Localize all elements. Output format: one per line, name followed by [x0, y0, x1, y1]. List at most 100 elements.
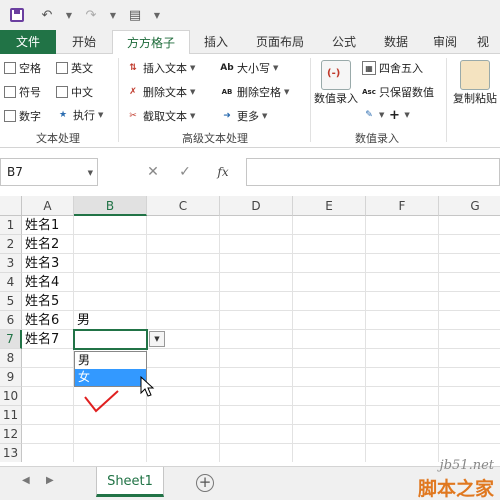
checkbox-chinese[interactable]: 中文 — [56, 84, 93, 100]
cell-d10[interactable] — [220, 387, 293, 406]
cell-b6[interactable]: 男 — [74, 311, 147, 330]
cell-a2[interactable]: 姓名2 — [22, 235, 74, 254]
cell-d13[interactable] — [220, 444, 293, 462]
cell-e6[interactable] — [293, 311, 366, 330]
cell-f13[interactable] — [366, 444, 439, 462]
cell-a1[interactable]: 姓名1 — [22, 216, 74, 235]
cell-d7[interactable] — [220, 330, 293, 349]
cell-a6[interactable]: 姓名6 — [22, 311, 74, 330]
cell-e1[interactable] — [293, 216, 366, 235]
next-sheet-button[interactable]: ▶ — [46, 475, 54, 486]
dropdown-option[interactable]: 男 — [75, 352, 146, 369]
checkbox-symbol[interactable]: 符号 — [4, 84, 41, 100]
row-header-1[interactable]: 1 — [0, 216, 22, 235]
cell-f5[interactable] — [366, 292, 439, 311]
cell-g5[interactable] — [439, 292, 500, 311]
cell-g3[interactable] — [439, 254, 500, 273]
tab-review[interactable]: 审阅 — [422, 30, 468, 54]
tab-home[interactable]: 开始 — [56, 30, 112, 54]
prev-sheet-button[interactable]: ◀ — [22, 475, 30, 486]
cell-a10[interactable] — [22, 387, 74, 406]
row-header-3[interactable]: 3 — [0, 254, 22, 273]
cell-g1[interactable] — [439, 216, 500, 235]
cell-a4[interactable]: 姓名4 — [22, 273, 74, 292]
cell-f4[interactable] — [366, 273, 439, 292]
cell-f2[interactable] — [366, 235, 439, 254]
validation-dropdown-button[interactable]: ▼ — [149, 331, 165, 347]
cell-f7[interactable] — [366, 330, 439, 349]
checkbox-space[interactable]: 空格 — [4, 60, 41, 76]
entry-tools-button[interactable]: ✎ ▼ + ▼ — [362, 108, 410, 123]
cell-d4[interactable] — [220, 273, 293, 292]
active-cell-b7[interactable] — [73, 329, 148, 350]
cell-d2[interactable] — [220, 235, 293, 254]
confirm-button[interactable]: ✓ — [172, 158, 198, 186]
cell-c10[interactable] — [147, 387, 220, 406]
round-button[interactable]: ▦ 四舍五入 — [362, 60, 423, 76]
tab-page-layout[interactable]: 页面布局 — [242, 30, 318, 54]
dropdown-option[interactable]: 女 — [75, 369, 146, 386]
checkbox-number[interactable]: 数字 — [4, 108, 41, 124]
cell-e4[interactable] — [293, 273, 366, 292]
cell-c11[interactable] — [147, 406, 220, 425]
column-header-f[interactable]: F — [366, 196, 439, 216]
cell-e9[interactable] — [293, 368, 366, 387]
cell-c8[interactable] — [147, 349, 220, 368]
row-header-9[interactable]: 9 — [0, 368, 22, 387]
keep-value-button[interactable]: Asc 只保留数值 — [362, 84, 434, 100]
cell-c6[interactable] — [147, 311, 220, 330]
cancel-button[interactable]: ✕ — [140, 158, 166, 186]
cell-e2[interactable] — [293, 235, 366, 254]
numeric-entry-button[interactable]: (-) 数值录入 — [312, 60, 360, 106]
delete-text-button[interactable]: ✗ 删除文本 ▼ — [126, 84, 195, 100]
cell-b13[interactable] — [74, 444, 147, 462]
cell-g7[interactable] — [439, 330, 500, 349]
column-header-a[interactable]: A — [22, 196, 74, 216]
row-header-12[interactable]: 12 — [0, 425, 22, 444]
cell-f6[interactable] — [366, 311, 439, 330]
cell-e7[interactable] — [293, 330, 366, 349]
cell-e12[interactable] — [293, 425, 366, 444]
cell-g4[interactable] — [439, 273, 500, 292]
cell-e13[interactable] — [293, 444, 366, 462]
name-box[interactable]: B7 ▼ — [0, 158, 98, 186]
delete-space-button[interactable]: AB 删除空格 ▼ — [220, 84, 290, 100]
cell-b2[interactable] — [74, 235, 147, 254]
cell-f12[interactable] — [366, 425, 439, 444]
row-header-8[interactable]: 8 — [0, 349, 22, 368]
insert-function-button[interactable]: fx — [210, 158, 236, 186]
row-header-5[interactable]: 5 — [0, 292, 22, 311]
add-sheet-button[interactable]: + — [196, 474, 214, 492]
cell-b3[interactable] — [74, 254, 147, 273]
cell-g8[interactable] — [439, 349, 500, 368]
undo-dropdown[interactable]: ▼ — [64, 4, 74, 26]
save-button[interactable] — [4, 4, 30, 26]
redo-dropdown[interactable]: ▼ — [108, 4, 118, 26]
cell-d11[interactable] — [220, 406, 293, 425]
cell-e10[interactable] — [293, 387, 366, 406]
cell-c4[interactable] — [147, 273, 220, 292]
cell-c1[interactable] — [147, 216, 220, 235]
cell-f9[interactable] — [366, 368, 439, 387]
row-header-11[interactable]: 11 — [0, 406, 22, 425]
cell-f10[interactable] — [366, 387, 439, 406]
cell-a5[interactable]: 姓名5 — [22, 292, 74, 311]
cell-c2[interactable] — [147, 235, 220, 254]
cell-c5[interactable] — [147, 292, 220, 311]
case-button[interactable]: Ab 大小写 ▼ — [220, 60, 278, 76]
cell-a3[interactable]: 姓名3 — [22, 254, 74, 273]
tab-file[interactable]: 文件 — [0, 30, 56, 54]
cell-a11[interactable] — [22, 406, 74, 425]
cell-c12[interactable] — [147, 425, 220, 444]
cell-e11[interactable] — [293, 406, 366, 425]
cell-f3[interactable] — [366, 254, 439, 273]
tab-insert[interactable]: 插入 — [190, 30, 242, 54]
cell-b12[interactable] — [74, 425, 147, 444]
insert-text-button[interactable]: ⇅ 插入文本 ▼ — [126, 60, 195, 76]
cell-a13[interactable] — [22, 444, 74, 462]
cell-b5[interactable] — [74, 292, 147, 311]
cell-a8[interactable] — [22, 349, 74, 368]
cell-a7[interactable]: 姓名7 — [22, 330, 74, 349]
cell-e5[interactable] — [293, 292, 366, 311]
row-header-13[interactable]: 13 — [0, 444, 22, 462]
